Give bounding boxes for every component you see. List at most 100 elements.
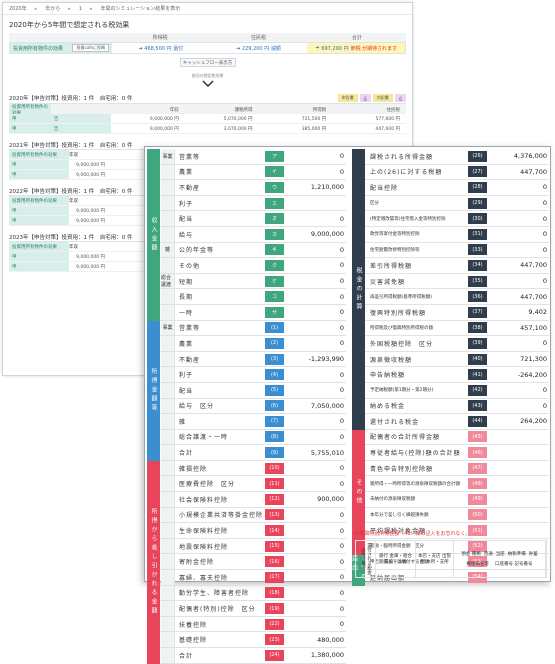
deposit-ordinary[interactable]: 普通 [484, 551, 493, 557]
breakdown-button[interactable]: 内訳書 [372, 94, 393, 102]
deposit-current[interactable]: 当座 [496, 551, 505, 557]
chevron-down-icon[interactable] [3, 80, 412, 87]
row-value[interactable]: -1,293,990 [286, 355, 346, 363]
row-sub-label [161, 460, 175, 476]
row-value[interactable]: 0 [286, 261, 346, 269]
row-code: (26) [468, 150, 487, 162]
row-value[interactable]: 0 [489, 402, 549, 410]
row-value[interactable]: 900,000 [286, 495, 346, 503]
row-value[interactable]: 0 [286, 293, 346, 301]
deposit-savings[interactable]: 貯蓄 [529, 551, 538, 557]
row-label: 配当 [179, 387, 194, 395]
branch-type[interactable]: 本店・支店 出張所 本所・支所 [416, 541, 454, 577]
row-value[interactable]: 0 [286, 573, 346, 581]
row-code: (11) [265, 478, 284, 490]
row-sub-label [161, 476, 175, 492]
row-value[interactable]: 0 [286, 371, 346, 379]
row-sub-label [161, 585, 175, 601]
row-value[interactable]: 0 [489, 199, 549, 207]
row-value[interactable]: 0 [286, 215, 346, 223]
crumb-year[interactable]: 2020年 [9, 5, 27, 12]
row-value[interactable]: 264,200 [489, 417, 549, 425]
row-value[interactable]: 447,700 [489, 168, 549, 176]
row-value[interactable]: 0 [286, 558, 346, 566]
bank-type[interactable]: 銀行 金庫・組合 農協・漁協 [376, 541, 416, 577]
print-icon[interactable]: ⎙ [359, 94, 371, 102]
row-value[interactable]: 0 [489, 339, 549, 347]
row-value[interactable]: 9,000,000 [286, 230, 346, 238]
row-label: 小規模企業共済等掛金控除 [179, 512, 264, 520]
row-code: (49) [468, 493, 487, 505]
row-value[interactable]: -264,200 [489, 371, 549, 379]
return-button[interactable]: 申告書 [337, 94, 358, 102]
row-code: (34) [468, 259, 487, 271]
right-column: 課税される所得金額 (26) 4,376,000 上の(26)に対する税額 (27) 44… [351, 149, 549, 586]
row-label: 政党等寄付金等特別控除 [370, 232, 420, 238]
row-sub-label [161, 367, 175, 382]
row-value[interactable]: 0 [286, 511, 346, 519]
row-value[interactable]: 0 [489, 230, 549, 238]
row-value[interactable]: 0 [489, 246, 549, 254]
row-value[interactable]: 0 [286, 464, 346, 472]
row-label: 短期 [179, 278, 194, 286]
th-income: 年収 [69, 198, 78, 204]
row-label: 源泉徴収税額 [370, 356, 413, 364]
row-value[interactable]: 0 [286, 417, 346, 425]
row-label: 区分 [370, 201, 379, 207]
cashflow-button[interactable]: キャッシュフロー表示方 [179, 58, 236, 67]
year-2020-header: 2020年【申告対策】投資用：1 件 自宅用：0 件 申告書 ⎙ 内訳書 ⎙ [9, 93, 406, 104]
row-value[interactable]: 9,402 [489, 308, 549, 316]
form-row-R-18: 配偶者の合計所得金額 (45) [352, 430, 549, 446]
table-header: 投資用所有物件の効果 年収 課税所得 所得税 住民税 [9, 104, 406, 116]
cell: 9,000,000 円 [149, 126, 179, 132]
row-value[interactable]: 0 [489, 386, 549, 394]
row-value[interactable]: 0 [286, 277, 346, 285]
row-value[interactable]: 0 [286, 324, 346, 332]
row-value[interactable]: 5,755,010 [286, 449, 346, 457]
row-value[interactable]: 0 [286, 168, 346, 176]
row-value[interactable]: 0 [286, 542, 346, 550]
row-value[interactable]: 0 [286, 605, 346, 613]
row-label: 合計 [179, 652, 194, 660]
row-label: 申 [9, 206, 69, 215]
post-office-label: 郵便局名等 [466, 562, 490, 567]
form-row-L-16: 給与 区分 (6) 7,050,000 [147, 398, 346, 415]
row-value[interactable]: 1,210,000 [286, 183, 346, 191]
row-value[interactable]: 447,700 [489, 293, 549, 301]
row-code: (5) [265, 384, 284, 396]
row-value[interactable]: 480,000 [286, 636, 346, 644]
row-value[interactable]: 0 [286, 386, 346, 394]
row-value[interactable]: 0 [286, 308, 346, 316]
form-row-L-22: 社会保険料控除 (12) 900,000 [147, 492, 346, 508]
row-label: 告 [51, 124, 111, 133]
row-value[interactable]: 0 [286, 527, 346, 535]
crumb-from[interactable]: 年から [45, 5, 60, 12]
row-code: エ [265, 197, 284, 209]
row-value[interactable]: 457,100 [489, 324, 549, 332]
crumb-count[interactable]: 1 [79, 6, 82, 12]
row-value[interactable]: 7,050,000 [286, 402, 346, 410]
row-value[interactable]: 721,300 [489, 355, 549, 363]
form-row-R-16: 納める税金 (43) 0 [352, 399, 549, 415]
row-value[interactable]: 0 [286, 480, 346, 488]
deposit-tax[interactable]: 納税準備 [508, 551, 526, 557]
print-icon[interactable]: ⎙ [394, 94, 406, 102]
row-value[interactable]: 0 [489, 277, 549, 285]
total-value: 697,200 円 [321, 45, 349, 52]
col-total: 合計 [351, 35, 362, 41]
row-value[interactable]: 1,380,000 [286, 651, 346, 659]
row-value[interactable]: 0 [489, 183, 549, 191]
form-row-L-12: 農業 (2) 0 [147, 336, 346, 352]
row-label: (特定増改築等)住宅借入金等特別控除 [370, 216, 446, 222]
post-cafe-button[interactable]: 投資cafeに投稿 [72, 44, 109, 52]
row-value[interactable]: 0 [286, 433, 346, 441]
row-value[interactable]: 0 [286, 620, 346, 628]
row-value[interactable]: 4,376,000 [489, 152, 549, 160]
row-value[interactable]: 0 [286, 246, 346, 254]
row-value[interactable]: 0 [286, 589, 346, 597]
row-value[interactable]: 447,700 [489, 261, 549, 269]
row-value[interactable]: 0 [286, 339, 346, 347]
row-value[interactable]: 0 [286, 152, 346, 160]
row-value[interactable]: 0 [489, 215, 549, 223]
th-taxable: 課税所得 [234, 108, 253, 113]
